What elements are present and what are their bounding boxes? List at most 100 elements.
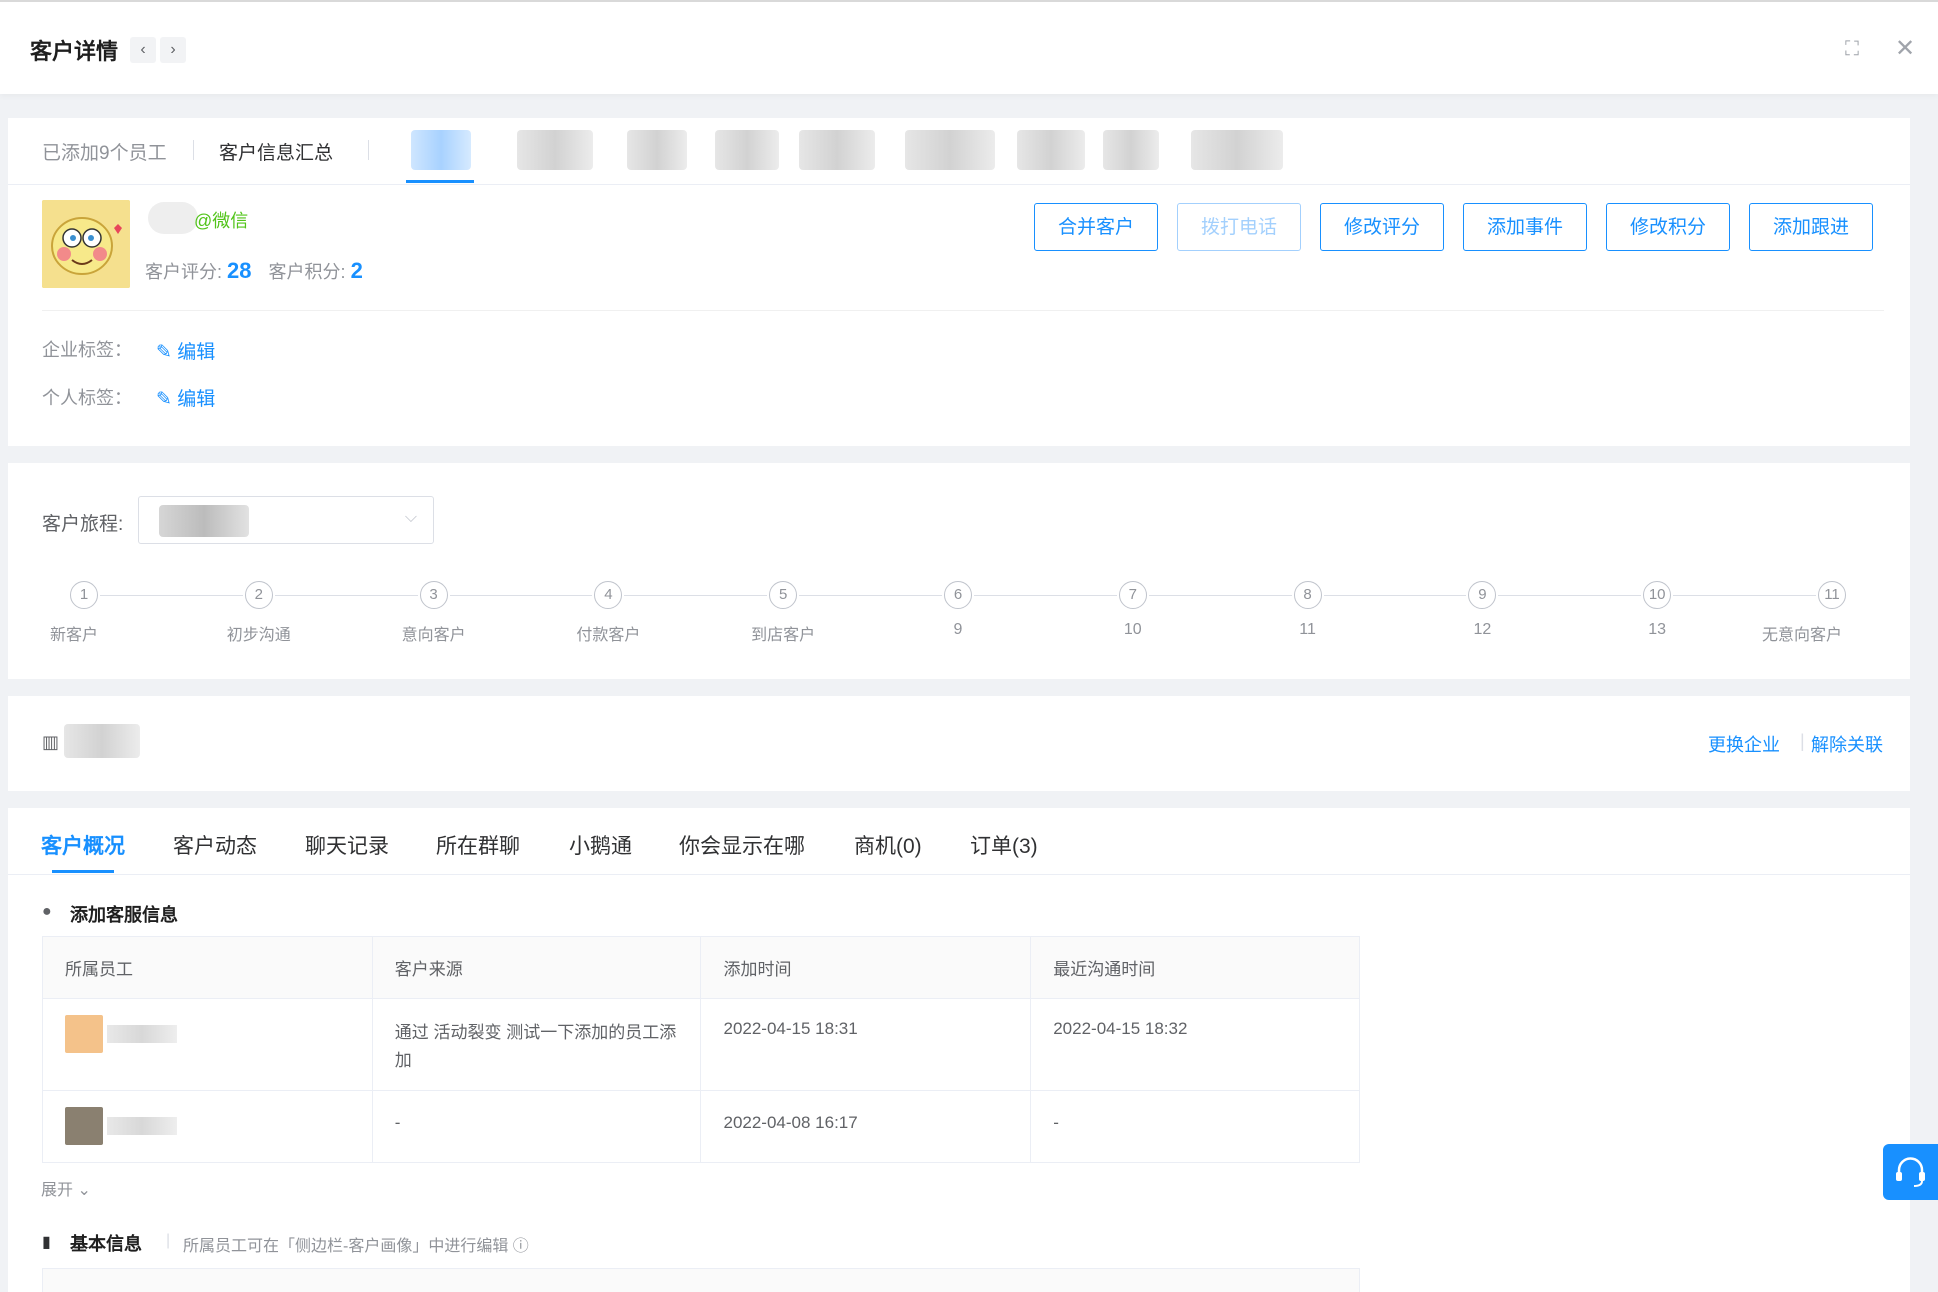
step-connector [624, 595, 768, 596]
company-card: ▥ 更换企业 | 解除关联 [8, 696, 1910, 791]
step-circle[interactable]: 10 [1643, 581, 1672, 609]
table-row: 通过 活动裂变 测试一下添加的员工添加 2022-04-15 18:31 202… [42, 998, 1360, 1091]
source-cell: 通过 活动裂变 测试一下添加的员工添加 [371, 998, 702, 1091]
step-label: 新客户 [49, 627, 98, 644]
journey-select[interactable]: ⌵ [138, 496, 434, 544]
call-button[interactable]: 拨打电话 [1177, 203, 1301, 251]
step-circle[interactable]: 5 [769, 581, 798, 609]
chevron-down-icon: ⌵ [404, 509, 417, 526]
source-cell: - [371, 1090, 702, 1163]
tab-info-summary[interactable]: 客户信息汇总 [219, 138, 333, 165]
help-icon[interactable]: ⓘ [513, 1238, 529, 1255]
col-added-time: 添加时间 [700, 936, 1032, 999]
step-connector [449, 595, 593, 596]
avatar [65, 1107, 103, 1145]
step-connector [100, 595, 243, 596]
step-connector [1148, 595, 1292, 596]
avatar [65, 1015, 103, 1053]
company-name [64, 724, 140, 758]
user-icon: ● [42, 903, 52, 920]
step-label: 11 [1299, 621, 1316, 638]
col-last-contact: 最近沟通时间 [1030, 936, 1360, 999]
tab-orders[interactable]: 订单(3) [970, 830, 1038, 860]
col-staff: 所属员工 [42, 936, 373, 999]
prev-button[interactable]: ‹ [130, 37, 156, 63]
staff-tab[interactable] [517, 130, 593, 170]
basic-info-table [42, 1268, 1360, 1292]
edit-score-button[interactable]: 修改评分 [1320, 203, 1444, 251]
step-label: 9 [953, 621, 963, 638]
step-circle[interactable]: 7 [1118, 581, 1147, 609]
headset-icon [1896, 1157, 1925, 1187]
next-button[interactable]: › [160, 37, 186, 63]
added-time-cell: 2022-04-08 16:17 [700, 1090, 1032, 1163]
step-label: 初步沟通 [226, 627, 291, 644]
score-row: 客户评分: 28 客户积分: 2 [145, 258, 363, 284]
company-tag-label: 企业标签： [42, 340, 132, 360]
staff-tab[interactable] [1191, 130, 1283, 170]
add-event-button[interactable]: 添加事件 [1463, 203, 1587, 251]
edit-icon: ✎ [156, 389, 172, 410]
score-value: 28 [227, 258, 252, 283]
table-row: - 2022-04-08 16:17 - [42, 1090, 1360, 1163]
detail-header: 客户详情 ‹ › ⛶ ✕ [0, 0, 1938, 94]
basic-info-title: 基本信息 [70, 1234, 142, 1254]
step-connector [1323, 595, 1467, 596]
staff-tab[interactable] [1103, 130, 1159, 170]
staff-tab[interactable] [905, 130, 995, 170]
edit-personal-tags[interactable]: ✎ 编辑 [156, 384, 215, 411]
tab-groups[interactable]: 所在群聊 [436, 830, 520, 860]
edit-points-button[interactable]: 修改积分 [1606, 203, 1730, 251]
building-icon: ▥ [42, 732, 60, 752]
added-staff-count: 已添加9个员工 [42, 143, 167, 164]
customer-service-button[interactable] [1883, 1144, 1938, 1200]
customer-avatar [42, 200, 130, 288]
points-value: 2 [350, 258, 363, 283]
step-circle[interactable]: 4 [594, 581, 623, 609]
last-contact-cell: - [1030, 1090, 1360, 1163]
step-circle[interactable]: 11 [1818, 581, 1846, 609]
step-connector [274, 595, 418, 596]
customer-name [148, 202, 198, 234]
close-icon[interactable]: ✕ [1895, 34, 1915, 63]
tab-overview[interactable]: 客户概况 [41, 830, 125, 860]
score-label: 客户评分: [145, 262, 223, 282]
summary-tabs: 已添加9个员工 客户信息汇总 [8, 118, 1910, 185]
edit-icon: ✎ [156, 342, 172, 363]
staff-tab[interactable] [715, 130, 779, 170]
step-label: 12 [1473, 621, 1492, 638]
bookmark-icon: ▮ [42, 1234, 51, 1251]
staff-tab[interactable] [799, 130, 875, 170]
step-circle[interactable]: 2 [244, 581, 273, 609]
chevron-down-icon: ⌄ [77, 1182, 91, 1199]
expand-toggle[interactable]: 展开 ⌄ [41, 1176, 91, 1200]
staff-tab[interactable] [627, 130, 687, 170]
profile-card: 已添加9个员工 客户信息汇总 @微信 客户评分: 28 客户积分: 2 合并客户… [8, 118, 1910, 446]
tab-xiaoetong[interactable]: 小鹅通 [569, 830, 632, 860]
staff-tab-active[interactable] [411, 130, 471, 170]
staff-tab[interactable] [1017, 130, 1085, 170]
expand-icon[interactable]: ⛶ [1845, 38, 1859, 61]
points-label: 客户积分: [268, 262, 346, 282]
step-circle[interactable]: 9 [1468, 581, 1497, 609]
page-title: 客户详情 [30, 39, 119, 64]
col-source: 客户来源 [371, 936, 702, 999]
add-followup-button[interactable]: 添加跟进 [1749, 203, 1873, 251]
added-time-cell: 2022-04-15 18:31 [700, 998, 1032, 1091]
edit-company-tags[interactable]: ✎ 编辑 [156, 337, 215, 364]
step-circle[interactable]: 6 [944, 581, 972, 609]
unlink-company-link[interactable]: 解除关联 [1811, 731, 1883, 757]
step-circle[interactable]: 8 [1293, 581, 1322, 609]
table-header: 所属员工 客户来源 添加时间 最近沟通时间 [42, 936, 1360, 999]
tab-chat-records[interactable]: 聊天记录 [305, 830, 389, 860]
overview-card: 客户概况 客户动态 聊天记录 所在群聊 小鹅通 你会显示在哪 商机(0) 订单(… [8, 808, 1910, 1292]
change-company-link[interactable]: 更换企业 [1708, 731, 1780, 757]
tab-activity[interactable]: 客户动态 [173, 830, 257, 860]
tab-display-where[interactable]: 你会显示在哪 [679, 830, 805, 860]
journey-selected-value [159, 505, 249, 537]
step-label: 意向客户 [401, 627, 466, 644]
merge-customer-button[interactable]: 合并客户 [1034, 203, 1158, 251]
tab-opportunities[interactable]: 商机(0) [854, 830, 922, 860]
step-circle[interactable]: 3 [419, 581, 448, 609]
step-circle[interactable]: 1 [70, 581, 98, 609]
